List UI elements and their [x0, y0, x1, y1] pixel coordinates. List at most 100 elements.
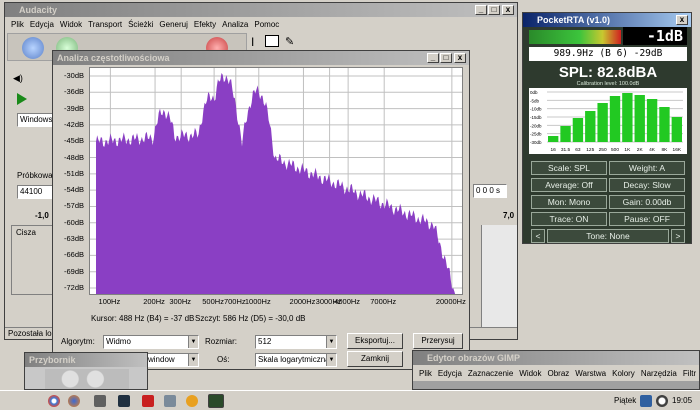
rta-band-label: 16 [551, 147, 557, 153]
draw-tool-icon[interactable]: ✎ [285, 35, 294, 48]
gimp-menu-1[interactable]: Edycja [438, 369, 462, 378]
app-icon[interactable] [94, 395, 106, 407]
redraw-button[interactable]: Przerysuj [413, 333, 463, 349]
browser-icon[interactable] [48, 395, 60, 407]
audacity-menu-4[interactable]: Ścieżki [128, 20, 153, 29]
algorithm-select[interactable]: Widmo ▼ [103, 335, 199, 349]
rta-option-button[interactable]: Weight: A [609, 161, 685, 175]
rta-band-bar [671, 117, 682, 142]
y-tick-label: -42dB [63, 119, 84, 129]
x-tick-label: 7000Hz [370, 297, 397, 306]
axis-select[interactable]: Skala logarytmiczna ▼ [255, 353, 337, 367]
rta-option-button[interactable]: Trace: ON [531, 212, 607, 226]
rta-option-button[interactable]: Average: Off [531, 178, 607, 192]
rta-band-label: 63 [575, 147, 581, 153]
audacity-menu-0[interactable]: Plik [11, 20, 24, 29]
audacity-menu-5[interactable]: Generuj [159, 20, 187, 29]
gimp-menu-2[interactable]: Zaznaczenie [468, 369, 513, 378]
terminal-icon[interactable] [118, 395, 130, 407]
audacity-menu-6[interactable]: Efekty [194, 20, 216, 29]
pocketrta-title: PocketRTA (v1.0) [537, 15, 611, 25]
taskbar: Piątek 19:05 [0, 390, 700, 410]
gimp-titlebar: Edytor obrazów GIMP [413, 351, 699, 365]
chat-icon[interactable] [186, 395, 198, 407]
analysis-title: Analiza częstotliwościowa [57, 53, 170, 63]
firefox-icon[interactable] [68, 395, 80, 407]
tone-prev-button[interactable]: < [531, 229, 545, 243]
toolbox-title: Przybornik [29, 355, 76, 365]
audacity-menu-8[interactable]: Pomoc [254, 20, 279, 29]
status-text: Pozostała los [8, 329, 56, 338]
gimp-menu-6[interactable]: Kolory [612, 369, 635, 378]
analysis-maximize-button[interactable]: □ [440, 53, 452, 63]
frequency-analysis-window: Analiza częstotliwościowa _ □ x -30dB -36… [52, 50, 470, 370]
gimp-menu-8[interactable]: Filtr [683, 369, 696, 378]
network-icon[interactable] [164, 395, 176, 407]
y-axis-ticks: -30dB -36dB -39dB -42dB -45dB -48dB -51dB -54dB… [53, 67, 87, 303]
rta-band-bar [560, 126, 571, 142]
chevron-down-icon: ▼ [188, 354, 198, 366]
y-tick-label: -60dB [63, 217, 84, 227]
gimp-title: Edytor obrazów GIMP [427, 353, 521, 363]
toolbox-titlebar: Przybornik [25, 353, 147, 367]
rta-y-tick: -30db [530, 140, 542, 145]
rta-band-label: 500 [611, 147, 619, 153]
play-small-icon[interactable] [17, 93, 27, 105]
chevron-down-icon: ▼ [326, 336, 336, 348]
audacity-menu-2[interactable]: Widok [60, 20, 82, 29]
flash-icon[interactable] [142, 395, 154, 407]
minimize-button[interactable]: _ [475, 5, 487, 15]
track-name[interactable]: Cisza [16, 228, 36, 237]
rta-option-button[interactable]: Mon: Mono [531, 195, 607, 209]
audacity-menu-3[interactable]: Transport [88, 20, 122, 29]
rate-label: Próbkowa [17, 171, 53, 180]
tone-button[interactable]: Tone: None [547, 229, 669, 243]
x-tick-label: 2000Hz [289, 297, 316, 306]
analysis-minimize-button[interactable]: _ [427, 53, 439, 63]
close-dialog-button[interactable]: Zamknij [347, 351, 403, 367]
rta-y-tick: -5db [530, 98, 540, 103]
volume-icon: ◀) [13, 73, 23, 83]
gimp-menu-4[interactable]: Obraz [548, 369, 570, 378]
level-readout: -1dB [623, 27, 687, 45]
close-button[interactable]: x [502, 5, 514, 15]
time-display: 0 0 0 s [473, 184, 507, 198]
rta-option-button[interactable]: Gain: 0.00db [609, 195, 685, 209]
audacity-menu-7[interactable]: Analiza [222, 20, 248, 29]
rta-band-bar [659, 107, 670, 142]
keyboard-layout-icon[interactable] [640, 395, 652, 407]
x-tick-label: 1000Hz [244, 297, 271, 306]
spectrum-fill [96, 73, 456, 294]
size-select[interactable]: 512 ▼ [255, 335, 337, 349]
gimp-menu-7[interactable]: Narzędzia [641, 369, 677, 378]
rta-option-button[interactable]: Scale: SPL [531, 161, 607, 175]
rta-band-label: 250 [599, 147, 607, 153]
envelope-tool-icon[interactable] [265, 35, 279, 47]
gimp-menu-5[interactable]: Warstwa [575, 369, 606, 378]
spectrum-plot[interactable] [89, 67, 463, 295]
analysis-close-button[interactable]: x [454, 53, 466, 63]
y-tick-label: -69dB [63, 266, 84, 276]
track-waveform-area[interactable] [481, 225, 517, 329]
rta-option-button[interactable]: Pause: OFF [609, 212, 685, 226]
tone-next-button[interactable]: > [671, 229, 685, 243]
rta-spectrum: 0db -5db -10db -15db -20db -25db -30db 16 31.5 63… [529, 88, 687, 154]
rta-close-button[interactable]: x [676, 15, 688, 25]
x-tick-label: 100Hz [98, 297, 121, 306]
rta-option-button[interactable]: Decay: Slow [609, 178, 685, 192]
gimp-menu-3[interactable]: Widok [519, 369, 541, 378]
y-tick-label: -51dB [63, 168, 84, 178]
rta-band-bar [646, 99, 658, 142]
y-tick-label: -57dB [63, 201, 84, 211]
function-select[interactable]: window ▼ [145, 353, 199, 367]
timeline-right: 7,0 [503, 211, 515, 220]
maximize-button[interactable]: □ [488, 5, 500, 15]
audacity-menu-1[interactable]: Edycja [30, 20, 54, 29]
active-window-icon[interactable] [208, 394, 224, 408]
pause-button[interactable] [22, 37, 44, 59]
chevron-down-icon: ▼ [326, 354, 336, 366]
export-button[interactable]: Eksportuj... [347, 333, 403, 349]
selection-tool-icon[interactable]: I [251, 35, 254, 49]
y-tick-label: -72dB [63, 283, 84, 292]
gimp-menu-0[interactable]: Plik [419, 369, 432, 378]
